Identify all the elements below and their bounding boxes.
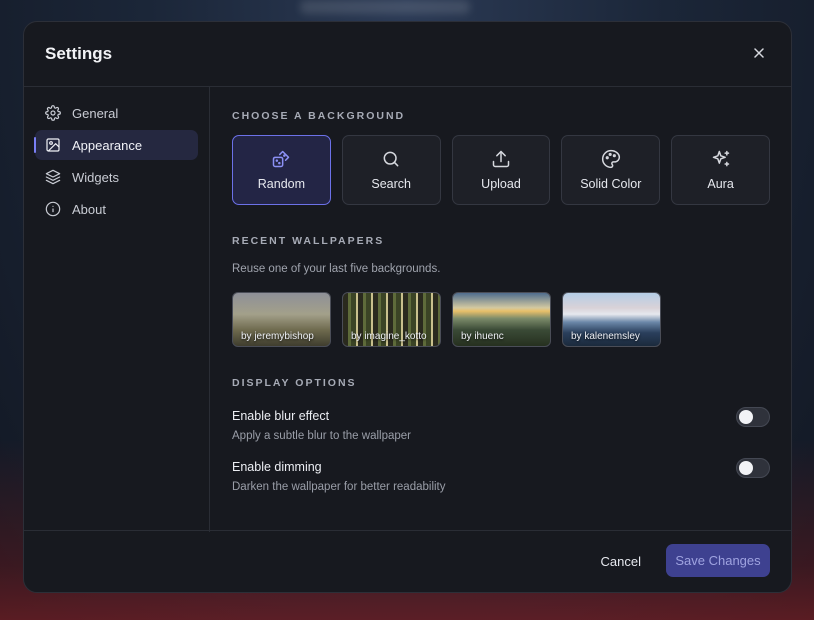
image-icon <box>45 137 61 153</box>
section-heading-recent: RECENT WALLPAPERS <box>232 235 385 247</box>
background-options: Random Search Upload Solid Color Aura <box>232 135 770 205</box>
sidebar: General Appearance Widgets About <box>24 87 210 532</box>
recent-description: Reuse one of your last five backgrounds. <box>232 263 441 275</box>
background-option-label: Solid Color <box>580 177 642 191</box>
sidebar-item-about[interactable]: About <box>35 194 198 224</box>
background-option-label: Search <box>371 177 411 191</box>
wallpaper-credit: by ihuenc <box>461 331 504 342</box>
blur-option-description: Apply a subtle blur to the wallpaper <box>232 430 411 442</box>
wallpaper-credit: by kalenemsley <box>571 331 640 342</box>
palette-icon <box>601 149 621 169</box>
upload-icon <box>491 149 511 169</box>
dialog-title: Settings <box>45 44 113 63</box>
wallpaper-credit: by imagine_kotto <box>351 331 427 342</box>
background-option-label: Upload <box>481 177 521 191</box>
sidebar-item-label: About <box>72 201 106 217</box>
dimming-option-row: Enable dimming Darken the wallpaper for … <box>232 458 770 493</box>
sidebar-item-appearance[interactable]: Appearance <box>34 130 198 160</box>
wallpaper-thumbnail[interactable]: by imagine_kotto <box>342 292 441 347</box>
sidebar-item-label: Appearance <box>72 137 143 153</box>
wallpaper-thumbnail[interactable]: by kalenemsley <box>562 292 661 347</box>
section-heading-display: DISPLAY OPTIONS <box>232 377 357 389</box>
toggle-knob <box>739 461 753 475</box>
sparkles-icon <box>711 149 731 169</box>
background-option-aura[interactable]: Aura <box>671 135 770 205</box>
background-option-label: Aura <box>707 177 734 191</box>
sidebar-item-widgets[interactable]: Widgets <box>35 162 198 192</box>
blur-option-title: Enable blur effect <box>232 409 330 423</box>
appearance-panel: CHOOSE A BACKGROUND Random Search Upload <box>211 87 791 532</box>
close-icon <box>753 47 765 59</box>
background-option-upload[interactable]: Upload <box>451 135 551 205</box>
info-icon <box>45 201 61 217</box>
blur-toggle[interactable] <box>736 407 770 427</box>
save-changes-button[interactable]: Save Changes <box>666 544 770 577</box>
section-heading-background: CHOOSE A BACKGROUND <box>232 110 406 122</box>
dialog-footer: Cancel Save Changes <box>24 530 791 592</box>
background-blur-artifact <box>300 0 470 14</box>
background-option-search[interactable]: Search <box>341 135 441 205</box>
search-icon <box>381 149 401 169</box>
dimming-option-title: Enable dimming <box>232 460 322 474</box>
background-option-solid-color[interactable]: Solid Color <box>561 135 661 205</box>
settings-dialog: Settings General Appearance Widgets Abou… <box>23 21 792 593</box>
sidebar-item-label: General <box>72 105 119 121</box>
layers-icon <box>45 169 61 185</box>
background-option-label: Random <box>257 177 306 191</box>
cancel-button[interactable]: Cancel <box>593 545 649 577</box>
wallpaper-thumbnail[interactable]: by ihuenc <box>452 292 551 347</box>
toggle-knob <box>739 410 753 424</box>
wallpaper-thumbnail[interactable]: by jeremybishop <box>232 292 331 347</box>
blur-option-row: Enable blur effect Apply a subtle blur t… <box>232 407 770 442</box>
dimming-option-description: Darken the wallpaper for better readabil… <box>232 481 446 493</box>
sidebar-item-general[interactable]: General <box>35 98 198 128</box>
gear-icon <box>45 105 61 121</box>
wallpaper-credit: by jeremybishop <box>241 331 314 342</box>
recent-wallpapers: by jeremybishop by imagine_kotto by ihue… <box>232 292 770 347</box>
dice-icon <box>271 149 291 169</box>
close-button[interactable] <box>750 44 768 62</box>
dimming-toggle[interactable] <box>736 458 770 478</box>
background-option-random[interactable]: Random <box>232 135 331 205</box>
sidebar-item-label: Widgets <box>72 169 119 185</box>
dialog-header: Settings <box>24 22 791 87</box>
